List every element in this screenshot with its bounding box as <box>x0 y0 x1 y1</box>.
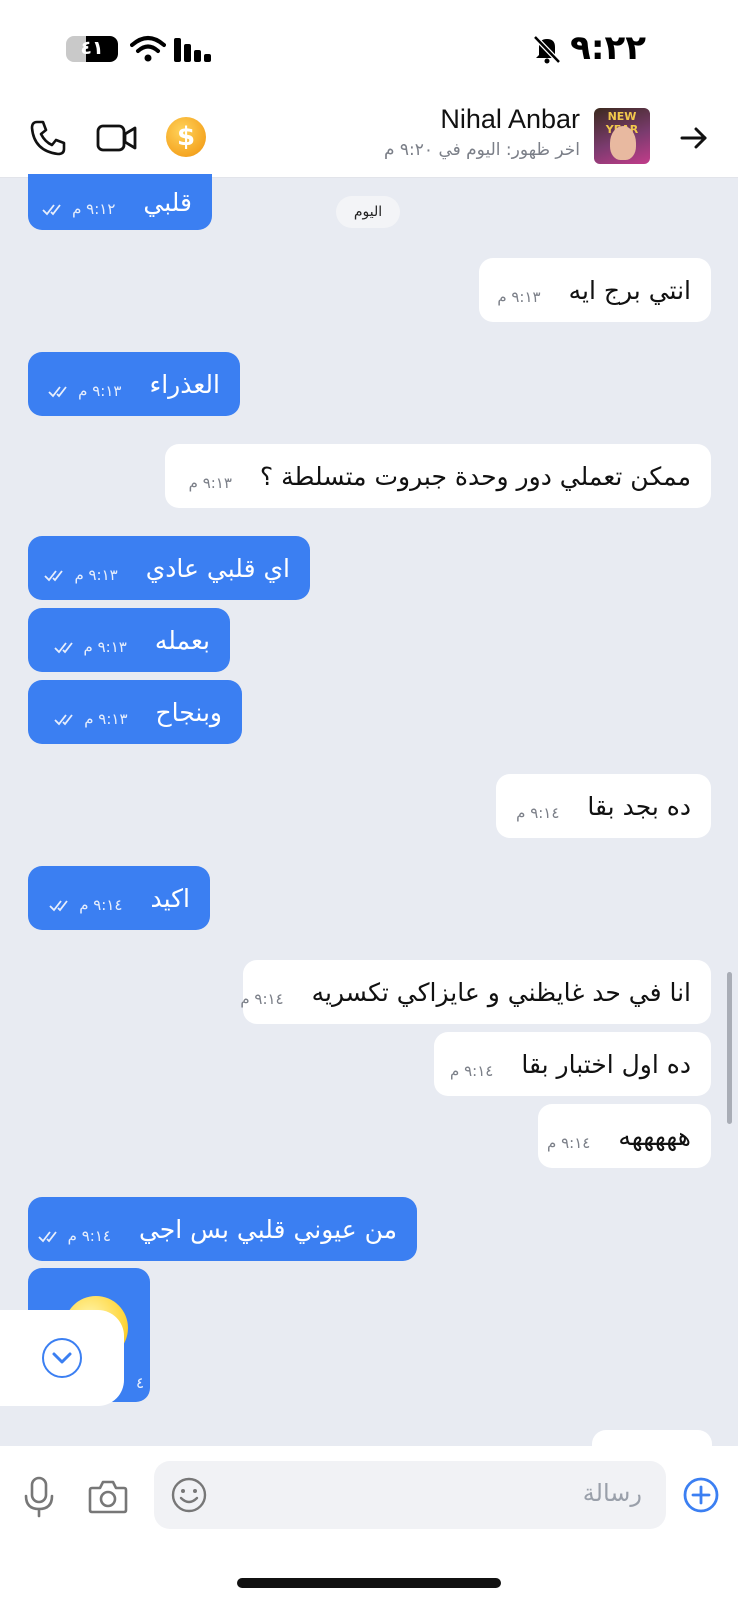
message-meta: ٩:١٣ م <box>189 474 232 492</box>
message-meta: ٩:١٤ م <box>38 1227 111 1245</box>
message-time: ٩:١٣ م <box>83 638 127 656</box>
message-text: من عيوني قلبي بس اجي <box>138 1214 397 1244</box>
double-check-icon <box>48 386 67 398</box>
message-time: ٩:١٤ م <box>79 896 123 914</box>
emoji-icon[interactable] <box>170 1476 208 1514</box>
message-meta: ٩:١٢ م <box>42 200 115 218</box>
contact-name[interactable]: Nihal Anbar <box>440 104 580 135</box>
home-indicator[interactable] <box>237 1578 501 1588</box>
message-meta: ٩:١٤ م <box>240 990 283 1008</box>
day-separator: اليوم <box>336 196 400 228</box>
message-incoming[interactable]: انا في حد غايظني و عايزاكي تكسريه ٩:١٤ م <box>240 960 711 1024</box>
message-time: ٩:١٣ م <box>74 566 118 584</box>
message-time: ٩:١٣ م <box>497 288 541 306</box>
message-outgoing[interactable]: العذراء ٩:١٣ م <box>28 352 240 416</box>
signal-icon <box>174 38 211 62</box>
message-time: ٩:١٣ م <box>84 710 128 728</box>
video-icon[interactable] <box>96 120 138 156</box>
camera-icon[interactable] <box>88 1478 128 1514</box>
battery-level: ٤١ <box>80 37 104 59</box>
battery-icon: ٤١ <box>66 36 118 62</box>
message-outgoing[interactable]: بعمله ٩:١٣ م <box>28 608 230 672</box>
message-meta: ٩:١٣ م <box>497 288 540 306</box>
last-seen: اخر ظهور: اليوم في ٩:٢٠ م <box>383 140 580 160</box>
message-incoming[interactable]: ده اول اختبار بقا ٩:١٤ م <box>434 1032 711 1096</box>
wifi-icon <box>130 36 166 62</box>
double-check-icon <box>54 714 73 726</box>
message-time: ٩:١٢ م <box>72 200 116 218</box>
message-time: ٩:١٤ م <box>547 1134 591 1152</box>
message-text: ممكن تعملي دور وحدة جبروت متسلطة ؟ <box>259 461 691 491</box>
double-check-icon <box>38 1231 57 1243</box>
plus-icon[interactable] <box>682 1476 720 1514</box>
message-time: ٩:١٣ م <box>188 474 232 492</box>
message-outgoing[interactable]: وبنجاح ٩:١٣ م <box>28 680 242 744</box>
message-text: ده بجد بقا <box>587 791 691 821</box>
message-input-bar: رسالة <box>0 1446 738 1600</box>
message-time: ٤ <box>135 1374 144 1392</box>
message-time: ٩:١٣ م <box>78 382 122 400</box>
message-meta: ٩:١٣ م <box>53 638 127 656</box>
message-text: العذراء <box>149 369 220 399</box>
message-time: ٩:١٤ م <box>516 804 560 822</box>
message-outgoing[interactable]: اي قلبي عادي ٩:١٣ م <box>28 536 310 600</box>
message-input[interactable]: رسالة <box>154 1461 666 1529</box>
message-text: هههههه <box>618 1121 691 1151</box>
message-incoming[interactable]: ده بجد بقا ٩:١٤ م <box>496 774 711 838</box>
double-check-icon <box>49 900 68 912</box>
message-placeholder: رسالة <box>582 1479 642 1507</box>
status-bar: ٤١ ٩:٢٢ <box>0 0 738 98</box>
message-meta: ٩:١٣ م <box>54 710 128 728</box>
message-time: ٩:١٤ م <box>67 1227 111 1245</box>
avatar[interactable]: NEW YEAR <box>594 108 650 164</box>
message-time: ٩:١٤ م <box>450 1062 494 1080</box>
scrollbar[interactable] <box>727 972 732 1124</box>
message-meta: ٩:١٣ م <box>44 566 118 584</box>
message-incoming[interactable]: انتي برج ايه ٩:١٣ م <box>479 258 711 322</box>
message-outgoing[interactable]: اكيد ٩:١٤ م <box>28 866 210 930</box>
message-time: ٩:١٤ م <box>240 990 284 1008</box>
message-meta: ٩:١٤ م <box>49 896 122 914</box>
message-text: اكيد <box>150 883 190 913</box>
message-outgoing[interactable]: قلبي ٩:١٢ م <box>28 174 212 230</box>
message-text: انا في حد غايظني و عايزاكي تكسريه <box>311 977 691 1007</box>
message-text: قلبي <box>143 187 192 217</box>
message-incoming[interactable]: ممكن تعملي دور وحدة جبروت متسلطة ؟ ٩:١٣ … <box>165 444 711 508</box>
message-outgoing[interactable]: من عيوني قلبي بس اجي ٩:١٤ م <box>28 1197 417 1261</box>
double-check-icon <box>53 642 73 654</box>
bell-muted-icon <box>533 35 561 64</box>
status-time: ٩:٢٢ <box>570 28 646 68</box>
coin-icon[interactable]: $ <box>166 117 206 157</box>
message-meta: ٩:١٤ م <box>547 1134 590 1152</box>
message-meta: ٩:١٤ م <box>516 804 559 822</box>
chevron-down-icon <box>42 1338 82 1378</box>
message-text: انتي برج ايه <box>568 275 691 305</box>
double-check-icon <box>44 570 64 582</box>
phone-icon[interactable] <box>28 118 68 158</box>
double-check-icon <box>42 204 61 216</box>
mic-icon[interactable] <box>22 1476 56 1518</box>
message-incoming[interactable]: هههههه ٩:١٤ م <box>538 1104 711 1168</box>
message-meta: ٩:١٣ م <box>48 382 121 400</box>
message-text: اي قلبي عادي <box>145 553 290 583</box>
back-arrow-icon[interactable] <box>678 122 710 154</box>
message-meta: ٩:١٤ م <box>450 1062 493 1080</box>
message-text: وبنجاح <box>155 697 222 727</box>
scroll-to-bottom-button[interactable] <box>0 1310 124 1406</box>
message-text: بعمله <box>154 625 210 655</box>
chat-header: $ Nihal Anbar اخر ظهور: اليوم في ٩:٢٠ م … <box>0 98 738 178</box>
message-text: ده اول اختبار بقا <box>521 1049 691 1079</box>
